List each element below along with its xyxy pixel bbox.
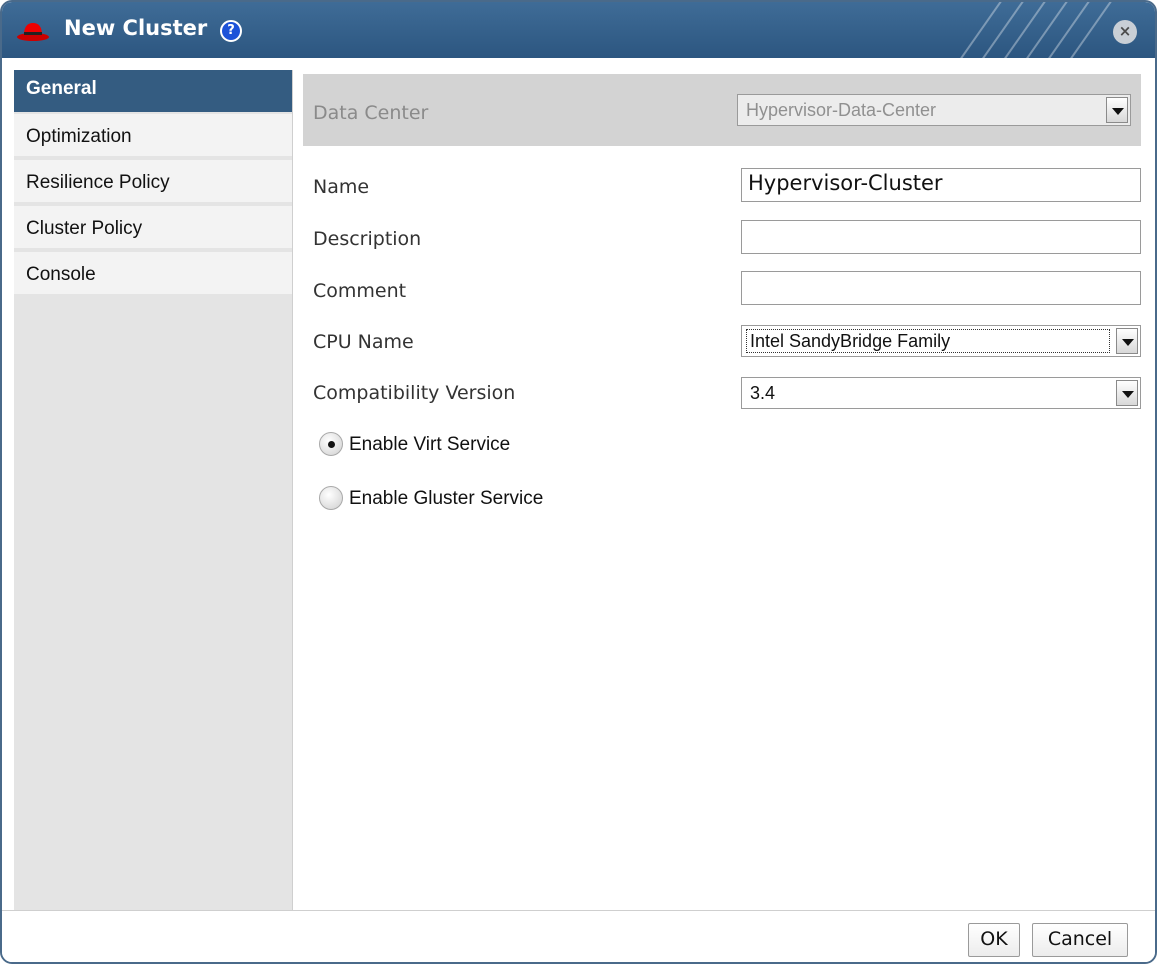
red-hat-icon bbox=[17, 23, 49, 41]
compatibility-version-value: 3.4 bbox=[750, 383, 776, 403]
chevron-down-icon bbox=[1106, 97, 1128, 123]
cancel-button[interactable]: Cancel bbox=[1032, 923, 1128, 957]
ok-button[interactable]: OK bbox=[968, 923, 1020, 957]
chevron-down-icon[interactable] bbox=[1116, 328, 1138, 354]
data-center-value: Hypervisor-Data-Center bbox=[746, 100, 937, 120]
sidebar-item-general[interactable]: General bbox=[14, 70, 292, 114]
virt-service-radio[interactable] bbox=[319, 432, 343, 456]
compatibility-version-label: Compatibility Version bbox=[313, 382, 516, 404]
name-label: Name bbox=[313, 176, 370, 198]
comment-label: Comment bbox=[313, 280, 407, 302]
description-label: Description bbox=[313, 228, 422, 250]
help-icon[interactable]: ? bbox=[220, 20, 242, 42]
sidebar-item-console[interactable]: Console bbox=[14, 252, 292, 296]
close-icon[interactable]: × bbox=[1113, 20, 1137, 44]
focus-indicator bbox=[746, 329, 1110, 353]
dialog-sidebar: General Optimization Resilience Policy C… bbox=[14, 70, 292, 910]
cpu-name-label: CPU Name bbox=[313, 331, 414, 353]
dialog-title: New Cluster bbox=[64, 16, 208, 40]
data-center-row: Data Center Hypervisor-Data-Center bbox=[303, 74, 1141, 146]
dialog-title-bar[interactable]: New Cluster ? × bbox=[2, 2, 1155, 58]
sidebar-item-optimization[interactable]: Optimization bbox=[14, 114, 292, 158]
new-cluster-dialog: New Cluster ? × General Optimization Res… bbox=[0, 0, 1157, 964]
data-center-label: Data Center bbox=[313, 102, 429, 124]
virt-service-label[interactable]: Enable Virt Service bbox=[349, 434, 510, 456]
chevron-down-icon[interactable] bbox=[1116, 380, 1138, 406]
cpu-name-select[interactable]: Intel SandyBridge Family bbox=[741, 325, 1141, 357]
dialog-footer: OK Cancel bbox=[2, 910, 1155, 962]
sidebar-item-resilience-policy[interactable]: Resilience Policy bbox=[14, 160, 292, 204]
comment-input[interactable] bbox=[741, 271, 1141, 305]
description-input[interactable] bbox=[741, 220, 1141, 254]
general-tab-content: Data Center Hypervisor-Data-Center Name … bbox=[292, 70, 1148, 910]
sidebar-item-cluster-policy[interactable]: Cluster Policy bbox=[14, 206, 292, 250]
name-input[interactable]: Hypervisor-Cluster bbox=[741, 168, 1141, 202]
data-center-select: Hypervisor-Data-Center bbox=[737, 94, 1131, 126]
compatibility-version-select[interactable]: 3.4 bbox=[741, 377, 1141, 409]
title-bar-decoration bbox=[935, 2, 1115, 58]
gluster-service-radio[interactable] bbox=[319, 486, 343, 510]
gluster-service-label[interactable]: Enable Gluster Service bbox=[349, 488, 543, 510]
